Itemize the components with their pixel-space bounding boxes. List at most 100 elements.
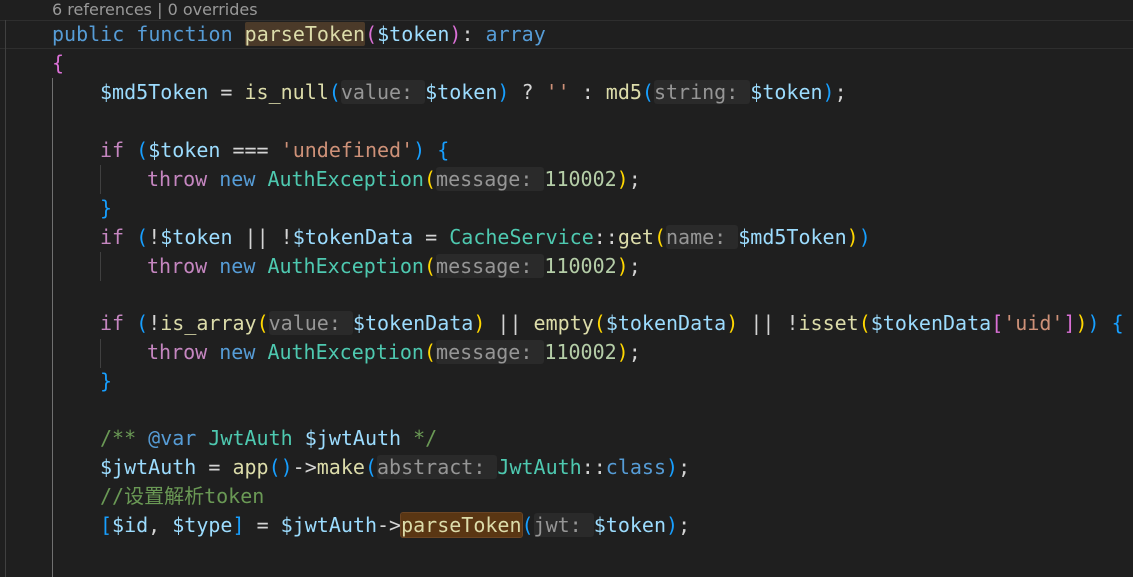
function-call[interactable]: app xyxy=(232,455,268,479)
inlay-hint: value: xyxy=(340,80,426,104)
variable[interactable]: $md5Token xyxy=(100,80,208,104)
variable[interactable]: $tokenData xyxy=(293,225,413,249)
keyword-function: function xyxy=(136,22,233,46)
paren: ) xyxy=(616,167,629,191)
code-line-18[interactable]: [$id, $type] = $jwtAuth->parseToken(jwt:… xyxy=(100,511,690,540)
paren: ) xyxy=(1075,311,1088,335)
code-line-8[interactable]: if (!$token || !$tokenData = CacheServic… xyxy=(100,223,871,252)
doc-comment xyxy=(196,426,208,450)
operator: = xyxy=(208,80,245,104)
operator: === xyxy=(220,138,281,162)
paren: ) xyxy=(616,340,629,364)
function-call[interactable]: isset xyxy=(799,311,859,335)
inlay-hint: message: xyxy=(436,167,545,191)
indent-guide xyxy=(100,252,101,281)
function-call[interactable]: is_array xyxy=(160,311,256,335)
function-call[interactable]: is_null xyxy=(245,80,329,104)
variable[interactable]: $md5Token xyxy=(738,225,846,249)
paren: ( xyxy=(858,311,871,335)
operator: || xyxy=(738,311,787,335)
doc-comment: /** xyxy=(100,426,149,450)
code-line-12[interactable]: throw new AuthException(message: 110002)… xyxy=(147,338,641,367)
variable[interactable]: $token xyxy=(594,513,666,537)
paren: ( xyxy=(124,311,149,335)
number: 110002 xyxy=(544,254,617,278)
class-name[interactable]: CacheService xyxy=(449,225,594,249)
function-call[interactable]: get xyxy=(618,225,654,249)
variable[interactable]: $token xyxy=(160,225,232,249)
paren: ( xyxy=(256,311,269,335)
operator: , xyxy=(148,513,173,537)
indent-guide xyxy=(100,165,101,194)
keyword-class: class xyxy=(605,455,667,479)
variable[interactable]: $tokenData xyxy=(353,311,473,335)
class-name[interactable]: JwtAuth xyxy=(497,455,581,479)
operator: ! xyxy=(148,225,161,249)
paren: ) xyxy=(473,311,486,335)
operator: || xyxy=(232,225,281,249)
keyword-if: if xyxy=(100,138,125,162)
keyword-throw: throw xyxy=(147,254,208,278)
function-name[interactable]: parseToken xyxy=(244,22,366,46)
paren: ( xyxy=(593,311,606,335)
keyword-throw: throw xyxy=(147,340,208,364)
code-line-5[interactable]: if ($token === 'undefined') { xyxy=(100,136,449,165)
operator: -> xyxy=(376,513,402,537)
code-line-6[interactable]: throw new AuthException(message: 110002)… xyxy=(147,165,641,194)
variable[interactable]: $token xyxy=(425,80,497,104)
colon: : xyxy=(461,22,486,46)
variable[interactable]: $tokenData xyxy=(606,311,726,335)
paren: ( xyxy=(653,225,667,249)
code-line-2[interactable]: { xyxy=(52,49,64,78)
operator: : xyxy=(569,80,606,104)
doc-comment xyxy=(293,426,305,450)
code-line-17[interactable]: //设置解析token xyxy=(100,482,264,511)
code-line-15[interactable]: /** @var JwtAuth $jwtAuth */ xyxy=(100,424,437,453)
variable[interactable]: $id xyxy=(112,513,148,537)
inlay-hint: name: xyxy=(666,225,739,249)
codelens-references[interactable]: 6 references | 0 overrides xyxy=(52,0,258,20)
code-line-11[interactable]: if (!is_array(value: $tokenData) || empt… xyxy=(100,309,1124,338)
code-line-16[interactable]: $jwtAuth = app()->make(abstract: JwtAuth… xyxy=(100,453,690,482)
function-call[interactable]: md5 xyxy=(606,80,642,104)
bracket: ] xyxy=(232,513,245,537)
keyword-public: public xyxy=(52,22,125,46)
paren: ) xyxy=(497,80,510,104)
paren: ( xyxy=(124,138,149,162)
class-name[interactable]: JwtAuth xyxy=(208,426,292,450)
inlay-hint: string: xyxy=(653,80,751,104)
code-line-13[interactable]: } xyxy=(100,367,112,396)
function-call-highlighted[interactable]: parseToken xyxy=(400,512,523,538)
function-call[interactable]: empty xyxy=(534,311,594,335)
variable[interactable]: $jwtAuth xyxy=(281,513,377,537)
code-line-7[interactable]: } xyxy=(100,194,112,223)
code-editor[interactable]: 6 references | 0 overrides public functi… xyxy=(0,0,1133,577)
class-name[interactable]: AuthException xyxy=(267,254,424,278)
keyword-new: new xyxy=(207,340,268,364)
variable[interactable]: $token xyxy=(750,80,822,104)
close-brace: } xyxy=(100,196,113,220)
inlay-hint: value: xyxy=(268,311,353,335)
code-line-3[interactable]: $md5Token = is_null(value: $token) ? '' … xyxy=(100,78,847,107)
semicolon: ; xyxy=(628,254,641,278)
code-line-9[interactable]: throw new AuthException(message: 110002)… xyxy=(147,252,641,281)
variable[interactable]: $jwtAuth xyxy=(305,426,401,450)
function-call[interactable]: make xyxy=(317,455,365,479)
variable[interactable]: $token xyxy=(148,138,220,162)
variable[interactable]: $tokenData xyxy=(871,311,991,335)
doc-comment: */ xyxy=(401,426,438,450)
keyword-new: new xyxy=(207,167,268,191)
class-name[interactable]: AuthException xyxy=(267,340,424,364)
indent-guide-active xyxy=(52,78,53,577)
paren: ) xyxy=(1087,311,1100,335)
param[interactable]: $token xyxy=(377,22,449,46)
inlay-hint: abstract: xyxy=(376,455,498,479)
variable[interactable]: $type xyxy=(172,513,232,537)
variable[interactable]: $jwtAuth xyxy=(100,455,196,479)
semicolon: ; xyxy=(678,455,691,479)
class-name[interactable]: AuthException xyxy=(267,167,424,191)
paren: ( xyxy=(423,340,437,364)
code-line-1[interactable]: public function parseToken($token): arra… xyxy=(52,20,546,49)
operator: = xyxy=(196,455,233,479)
paren: ) xyxy=(666,455,679,479)
